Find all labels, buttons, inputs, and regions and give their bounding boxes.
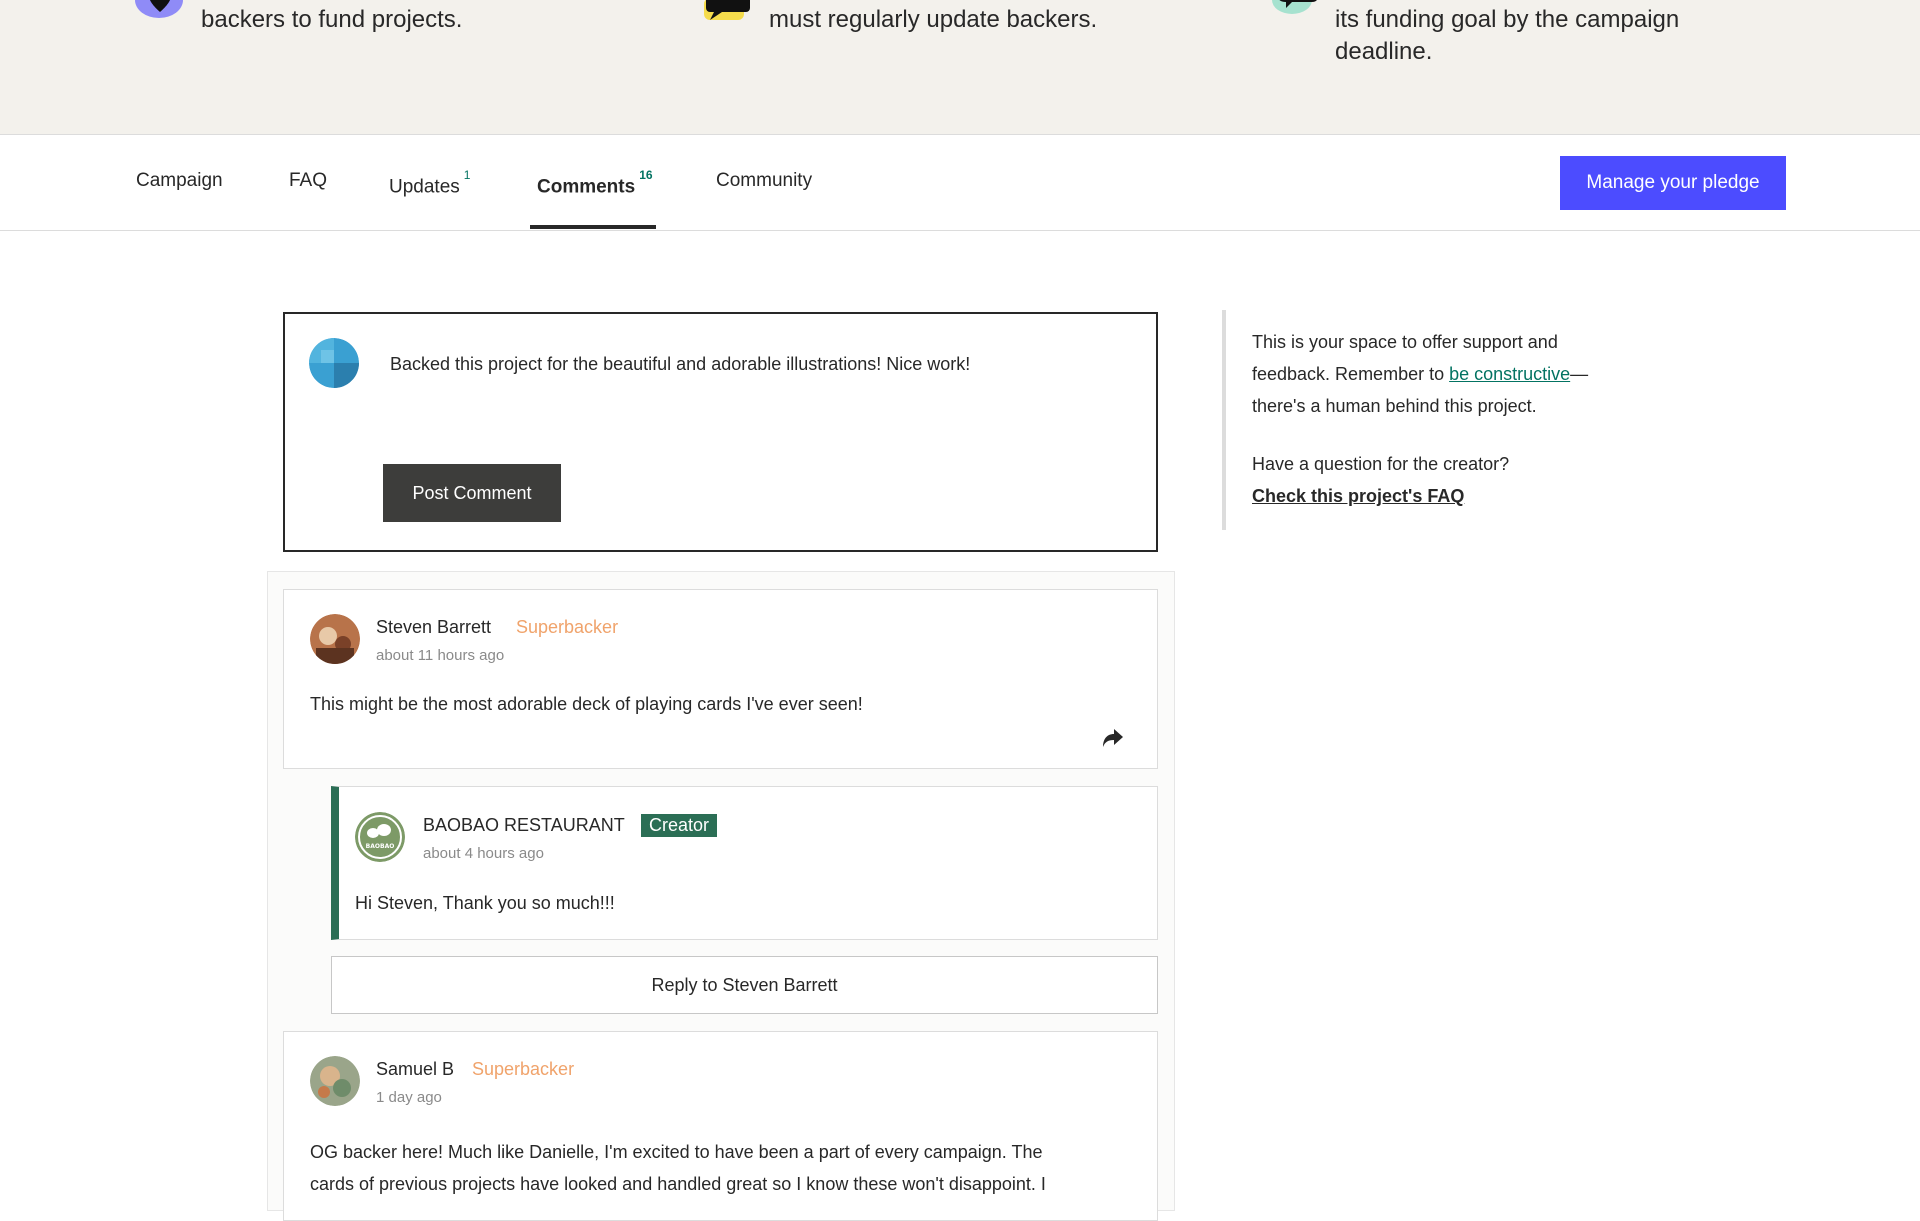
info-text-goal-line1: its funding goal by the campaign bbox=[1335, 6, 1680, 33]
sidebar-question: Have a question for the creator? bbox=[1252, 454, 1510, 474]
sidebar-line2-prefix: feedback. Remember to bbox=[1252, 364, 1450, 384]
sidebar-line2: feedback. Remember to be constructive— bbox=[1252, 358, 1588, 390]
tab-community-label: Community bbox=[716, 170, 813, 191]
active-tab-underline bbox=[530, 225, 656, 229]
comment-time[interactable]: about 11 hours ago bbox=[376, 647, 504, 664]
creator-avatar: BAOBAO bbox=[355, 812, 405, 862]
comments-guidelines-sidebar: This is your space to offer support and … bbox=[1222, 310, 1646, 530]
comment-body-line2: cards of previous projects have looked a… bbox=[310, 1174, 1046, 1194]
superbacker-badge: Superbacker bbox=[472, 1059, 575, 1079]
info-text-goal-line2: deadline. bbox=[1335, 38, 1433, 65]
tab-campaign[interactable]: Campaign bbox=[136, 135, 223, 230]
check-faq-link[interactable]: Check this project's FAQ bbox=[1252, 486, 1464, 506]
comment-author[interactable]: Steven Barrett bbox=[376, 617, 491, 638]
info-text-funding: backers to fund projects. bbox=[201, 6, 463, 33]
comment-author[interactable]: Samuel B bbox=[376, 1059, 454, 1080]
tab-updates[interactable]: Updates1 bbox=[389, 135, 470, 230]
post-comment-button[interactable]: Post Comment bbox=[383, 464, 561, 522]
comment-card: Steven Barrett Superbacker about 11 hour… bbox=[283, 589, 1158, 769]
comment-composer[interactable]: Backed this project for the beautiful an… bbox=[283, 312, 1158, 552]
creator-avatar-label: BAOBAO bbox=[366, 843, 395, 850]
tab-faq-label: FAQ bbox=[289, 170, 328, 191]
comment-card: Samuel B Superbacker 1 day ago OG backer… bbox=[283, 1031, 1158, 1221]
info-text-updates: must regularly update backers. bbox=[769, 6, 1098, 33]
tab-comments-count: 16 bbox=[639, 168, 653, 182]
money-bubble-icon: $ bbox=[1272, 0, 1317, 14]
tab-comments-label: Comments bbox=[537, 176, 636, 198]
manage-pledge-button[interactable]: Manage your pledge bbox=[1560, 156, 1786, 210]
creator-badge: Creator bbox=[641, 814, 718, 837]
sidebar-line1: This is your space to offer support and bbox=[1252, 332, 1558, 352]
tab-faq[interactable]: FAQ bbox=[289, 135, 327, 230]
sidebar-line3: there's a human behind this project. bbox=[1252, 396, 1537, 416]
tab-comments[interactable]: Comments16 bbox=[537, 135, 653, 230]
avatar bbox=[310, 614, 360, 664]
sidebar-line2-suffix: — bbox=[1570, 364, 1589, 384]
comment-body-line1: OG backer here! Much like Danielle, I'm … bbox=[310, 1142, 1043, 1162]
reply-time[interactable]: about 4 hours ago bbox=[423, 845, 544, 862]
comment-time[interactable]: 1 day ago bbox=[376, 1089, 442, 1106]
sidebar-faq: Check this project's FAQ bbox=[1252, 480, 1464, 512]
tab-community[interactable]: Community bbox=[716, 135, 812, 230]
reply-button[interactable]: Reply to Steven Barrett bbox=[331, 956, 1158, 1014]
project-tab-bar: Campaign FAQ Updates1 Comments16 Communi… bbox=[0, 135, 1920, 231]
superbacker-badge: Superbacker bbox=[516, 617, 619, 637]
tab-updates-label: Updates bbox=[389, 176, 460, 198]
location-pin-icon bbox=[135, 0, 183, 18]
tab-campaign-label: Campaign bbox=[136, 170, 223, 191]
creator-reply-card: BAOBAO BAOBAO RESTAURANT Creator about 4… bbox=[331, 786, 1158, 940]
chat-bubbles-icon bbox=[704, 0, 750, 20]
info-band: backers to fund projects. must regularly… bbox=[0, 0, 1920, 135]
user-avatar bbox=[309, 338, 359, 388]
share-arrow-icon[interactable] bbox=[1102, 728, 1124, 748]
be-constructive-link[interactable]: be constructive bbox=[1449, 364, 1570, 384]
comment-input[interactable]: Backed this project for the beautiful an… bbox=[390, 354, 970, 375]
avatar bbox=[310, 1056, 360, 1106]
reply-body: Hi Steven, Thank you so much!!! bbox=[355, 893, 615, 913]
tab-updates-count: 1 bbox=[463, 168, 471, 182]
comment-body: This might be the most adorable deck of … bbox=[310, 694, 863, 714]
reply-author[interactable]: BAOBAO RESTAURANT bbox=[423, 815, 625, 836]
